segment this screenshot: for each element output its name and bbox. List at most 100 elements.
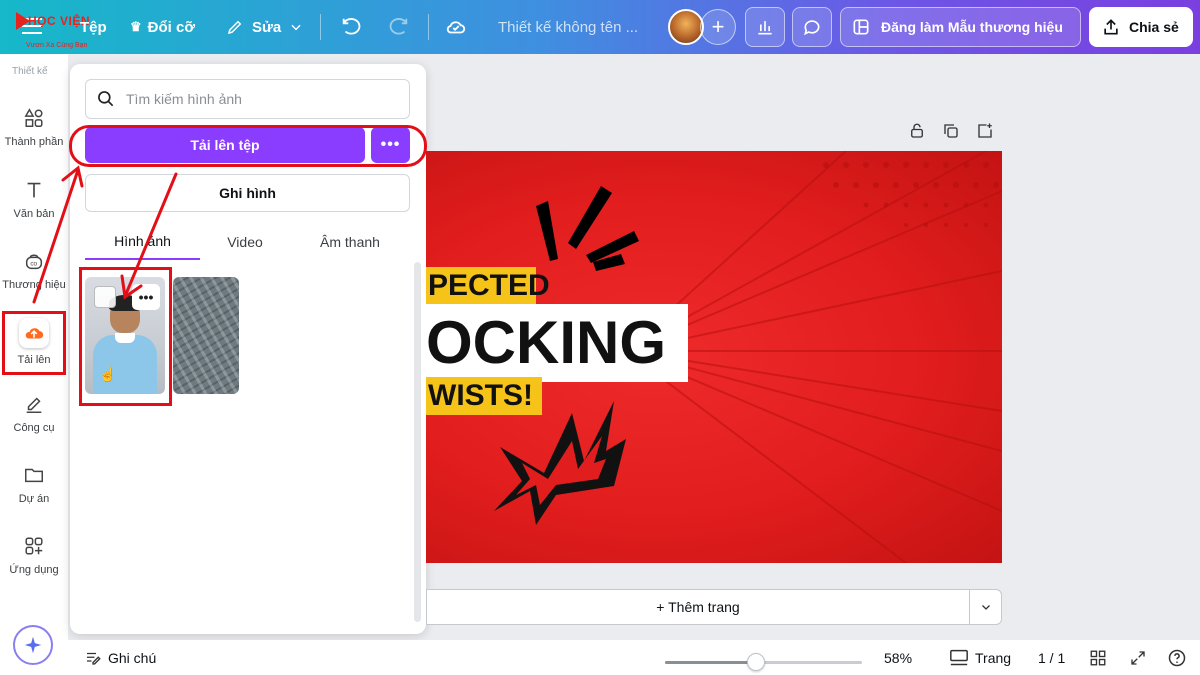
notes-button[interactable]: Ghi chú bbox=[84, 640, 156, 675]
redo-button[interactable] bbox=[388, 0, 410, 54]
cloud-save-button[interactable] bbox=[444, 0, 468, 54]
add-page-label: + Thêm trang bbox=[656, 599, 740, 615]
highlight-box-thumbnail bbox=[79, 267, 172, 406]
cloud-check-icon bbox=[446, 21, 466, 34]
highlight-box-upload-button bbox=[69, 125, 427, 167]
duplicate-page-icon[interactable] bbox=[942, 122, 960, 140]
pages-icon bbox=[950, 649, 968, 665]
rail-item-label: Thương hiệu bbox=[2, 279, 66, 291]
apps-icon bbox=[22, 534, 46, 558]
zoom-level[interactable]: 58% bbox=[884, 640, 912, 675]
sparkle-icon bbox=[24, 636, 42, 654]
design-canvas[interactable]: PECTED OCKING WISTS! bbox=[426, 151, 1002, 563]
rail-item-label: Thành phần bbox=[4, 136, 64, 148]
resize-button[interactable]: ♛ Đổi cỡ bbox=[130, 0, 195, 54]
rail-design-label[interactable]: Thiết kế bbox=[12, 66, 48, 77]
zoom-slider-handle[interactable] bbox=[746, 653, 765, 671]
search-box[interactable] bbox=[85, 79, 410, 119]
search-icon bbox=[98, 91, 114, 107]
rail-item-text[interactable]: Văn bản bbox=[0, 170, 68, 230]
canvas-tools bbox=[908, 122, 994, 142]
redo-icon bbox=[389, 18, 408, 35]
tab-video[interactable]: Video bbox=[200, 224, 290, 260]
rail-item-label: Ứng dụng bbox=[9, 564, 59, 576]
divider bbox=[320, 14, 321, 40]
template-icon bbox=[853, 19, 869, 35]
rail-item-elements[interactable]: Thành phần bbox=[0, 98, 68, 158]
pencil-icon bbox=[227, 20, 242, 35]
share-icon bbox=[1104, 19, 1118, 35]
publish-brand-template-label: Đăng làm Mẫu thương hiệu bbox=[881, 19, 1063, 35]
top-bar: HỌC VIỆN Vươn Xa Cùng Bạn Tệp ♛ Đổi cỡ S… bbox=[0, 0, 1200, 54]
grid-view-button[interactable] bbox=[1089, 640, 1107, 675]
tab-audio[interactable]: Âm thanh bbox=[290, 224, 410, 260]
panel-scrollbar[interactable] bbox=[414, 262, 421, 622]
pages-button[interactable]: Trang bbox=[949, 640, 1011, 675]
media-tabs: Hình ảnh Video Âm thanh bbox=[85, 224, 410, 260]
rail-item-tools[interactable]: Công cụ bbox=[0, 384, 68, 444]
zoom-slider-fill bbox=[665, 661, 756, 664]
help-button[interactable] bbox=[1167, 640, 1187, 675]
share-label: Chia sẻ bbox=[1129, 19, 1179, 35]
chevron-down-icon bbox=[291, 24, 301, 31]
tab-label: Video bbox=[227, 234, 263, 250]
insights-button[interactable] bbox=[745, 7, 785, 47]
share-button[interactable]: Chia sẻ bbox=[1089, 7, 1193, 47]
grid-view-icon bbox=[1090, 650, 1106, 665]
burst-lines-graphic bbox=[536, 186, 639, 271]
search-input[interactable] bbox=[126, 91, 396, 107]
help-icon bbox=[1168, 649, 1186, 666]
chevron-down-icon bbox=[981, 605, 990, 610]
rail-item-projects[interactable]: Dự án bbox=[0, 455, 68, 515]
tab-images[interactable]: Hình ảnh bbox=[85, 224, 200, 260]
rail-item-apps[interactable]: Ứng dụng bbox=[0, 526, 68, 586]
notes-icon bbox=[87, 652, 101, 665]
bottom-bar: Ghi chú 58% Trang 1 / 1 bbox=[68, 640, 1200, 675]
file-menu-button[interactable]: Tệp bbox=[80, 0, 107, 54]
divider bbox=[428, 14, 429, 40]
logo-tagline: Vươn Xa Cùng Bạn bbox=[26, 42, 88, 49]
fullscreen-button[interactable] bbox=[1129, 640, 1147, 675]
edit-button[interactable]: Sửa bbox=[226, 0, 303, 54]
record-label: Ghi hình bbox=[219, 185, 276, 201]
record-button[interactable]: Ghi hình bbox=[85, 174, 410, 212]
edit-label: Sửa bbox=[252, 18, 282, 36]
file-menu-label: Tệp bbox=[80, 18, 107, 36]
crown-icon: ♛ bbox=[130, 19, 142, 34]
add-page-icon[interactable] bbox=[976, 122, 994, 140]
page-count-text: 1 / 1 bbox=[1038, 649, 1066, 666]
folder-icon bbox=[22, 463, 46, 487]
headline-line-3[interactable]: WISTS! bbox=[426, 377, 542, 415]
undo-button[interactable] bbox=[340, 0, 362, 54]
document-title[interactable]: Thiết kế không tên ... bbox=[498, 0, 638, 54]
headline-line-1[interactable]: PECTED bbox=[426, 267, 550, 305]
rail-item-label: Dự án bbox=[18, 493, 50, 505]
brand-icon: co bbox=[22, 249, 46, 273]
headline-line-2[interactable]: OCKING bbox=[426, 304, 688, 382]
tab-label: Âm thanh bbox=[320, 234, 380, 250]
comments-button[interactable] bbox=[792, 7, 832, 47]
publish-brand-template-button[interactable]: Đăng làm Mẫu thương hiệu bbox=[840, 7, 1081, 47]
svg-text:co: co bbox=[30, 261, 37, 268]
add-page-options-button[interactable] bbox=[969, 589, 1002, 625]
rail-item-label: Văn bản bbox=[13, 208, 55, 220]
avatar[interactable] bbox=[668, 9, 704, 45]
tab-label: Hình ảnh bbox=[114, 233, 171, 249]
undo-icon bbox=[342, 18, 361, 35]
rail-item-brand[interactable]: co Thương hiệu bbox=[0, 241, 68, 301]
text-icon bbox=[22, 178, 46, 202]
magic-assistant-button[interactable] bbox=[13, 625, 53, 665]
resize-label: Đổi cỡ bbox=[147, 18, 195, 36]
highlight-box-uploads bbox=[2, 311, 66, 375]
zoom-slider[interactable] bbox=[665, 653, 862, 671]
rail-item-label: Công cụ bbox=[13, 422, 55, 434]
lock-icon[interactable] bbox=[908, 122, 926, 140]
notes-label: Ghi chú bbox=[108, 649, 157, 666]
add-collaborator-button[interactable]: + bbox=[700, 9, 736, 45]
elements-icon bbox=[22, 106, 46, 130]
comment-icon bbox=[804, 20, 820, 36]
add-page-button[interactable]: + Thêm trang bbox=[426, 589, 969, 625]
uploaded-image-thumbnail[interactable] bbox=[173, 277, 239, 394]
plus-icon: + bbox=[711, 14, 725, 39]
zoom-value: 58% bbox=[884, 649, 913, 666]
